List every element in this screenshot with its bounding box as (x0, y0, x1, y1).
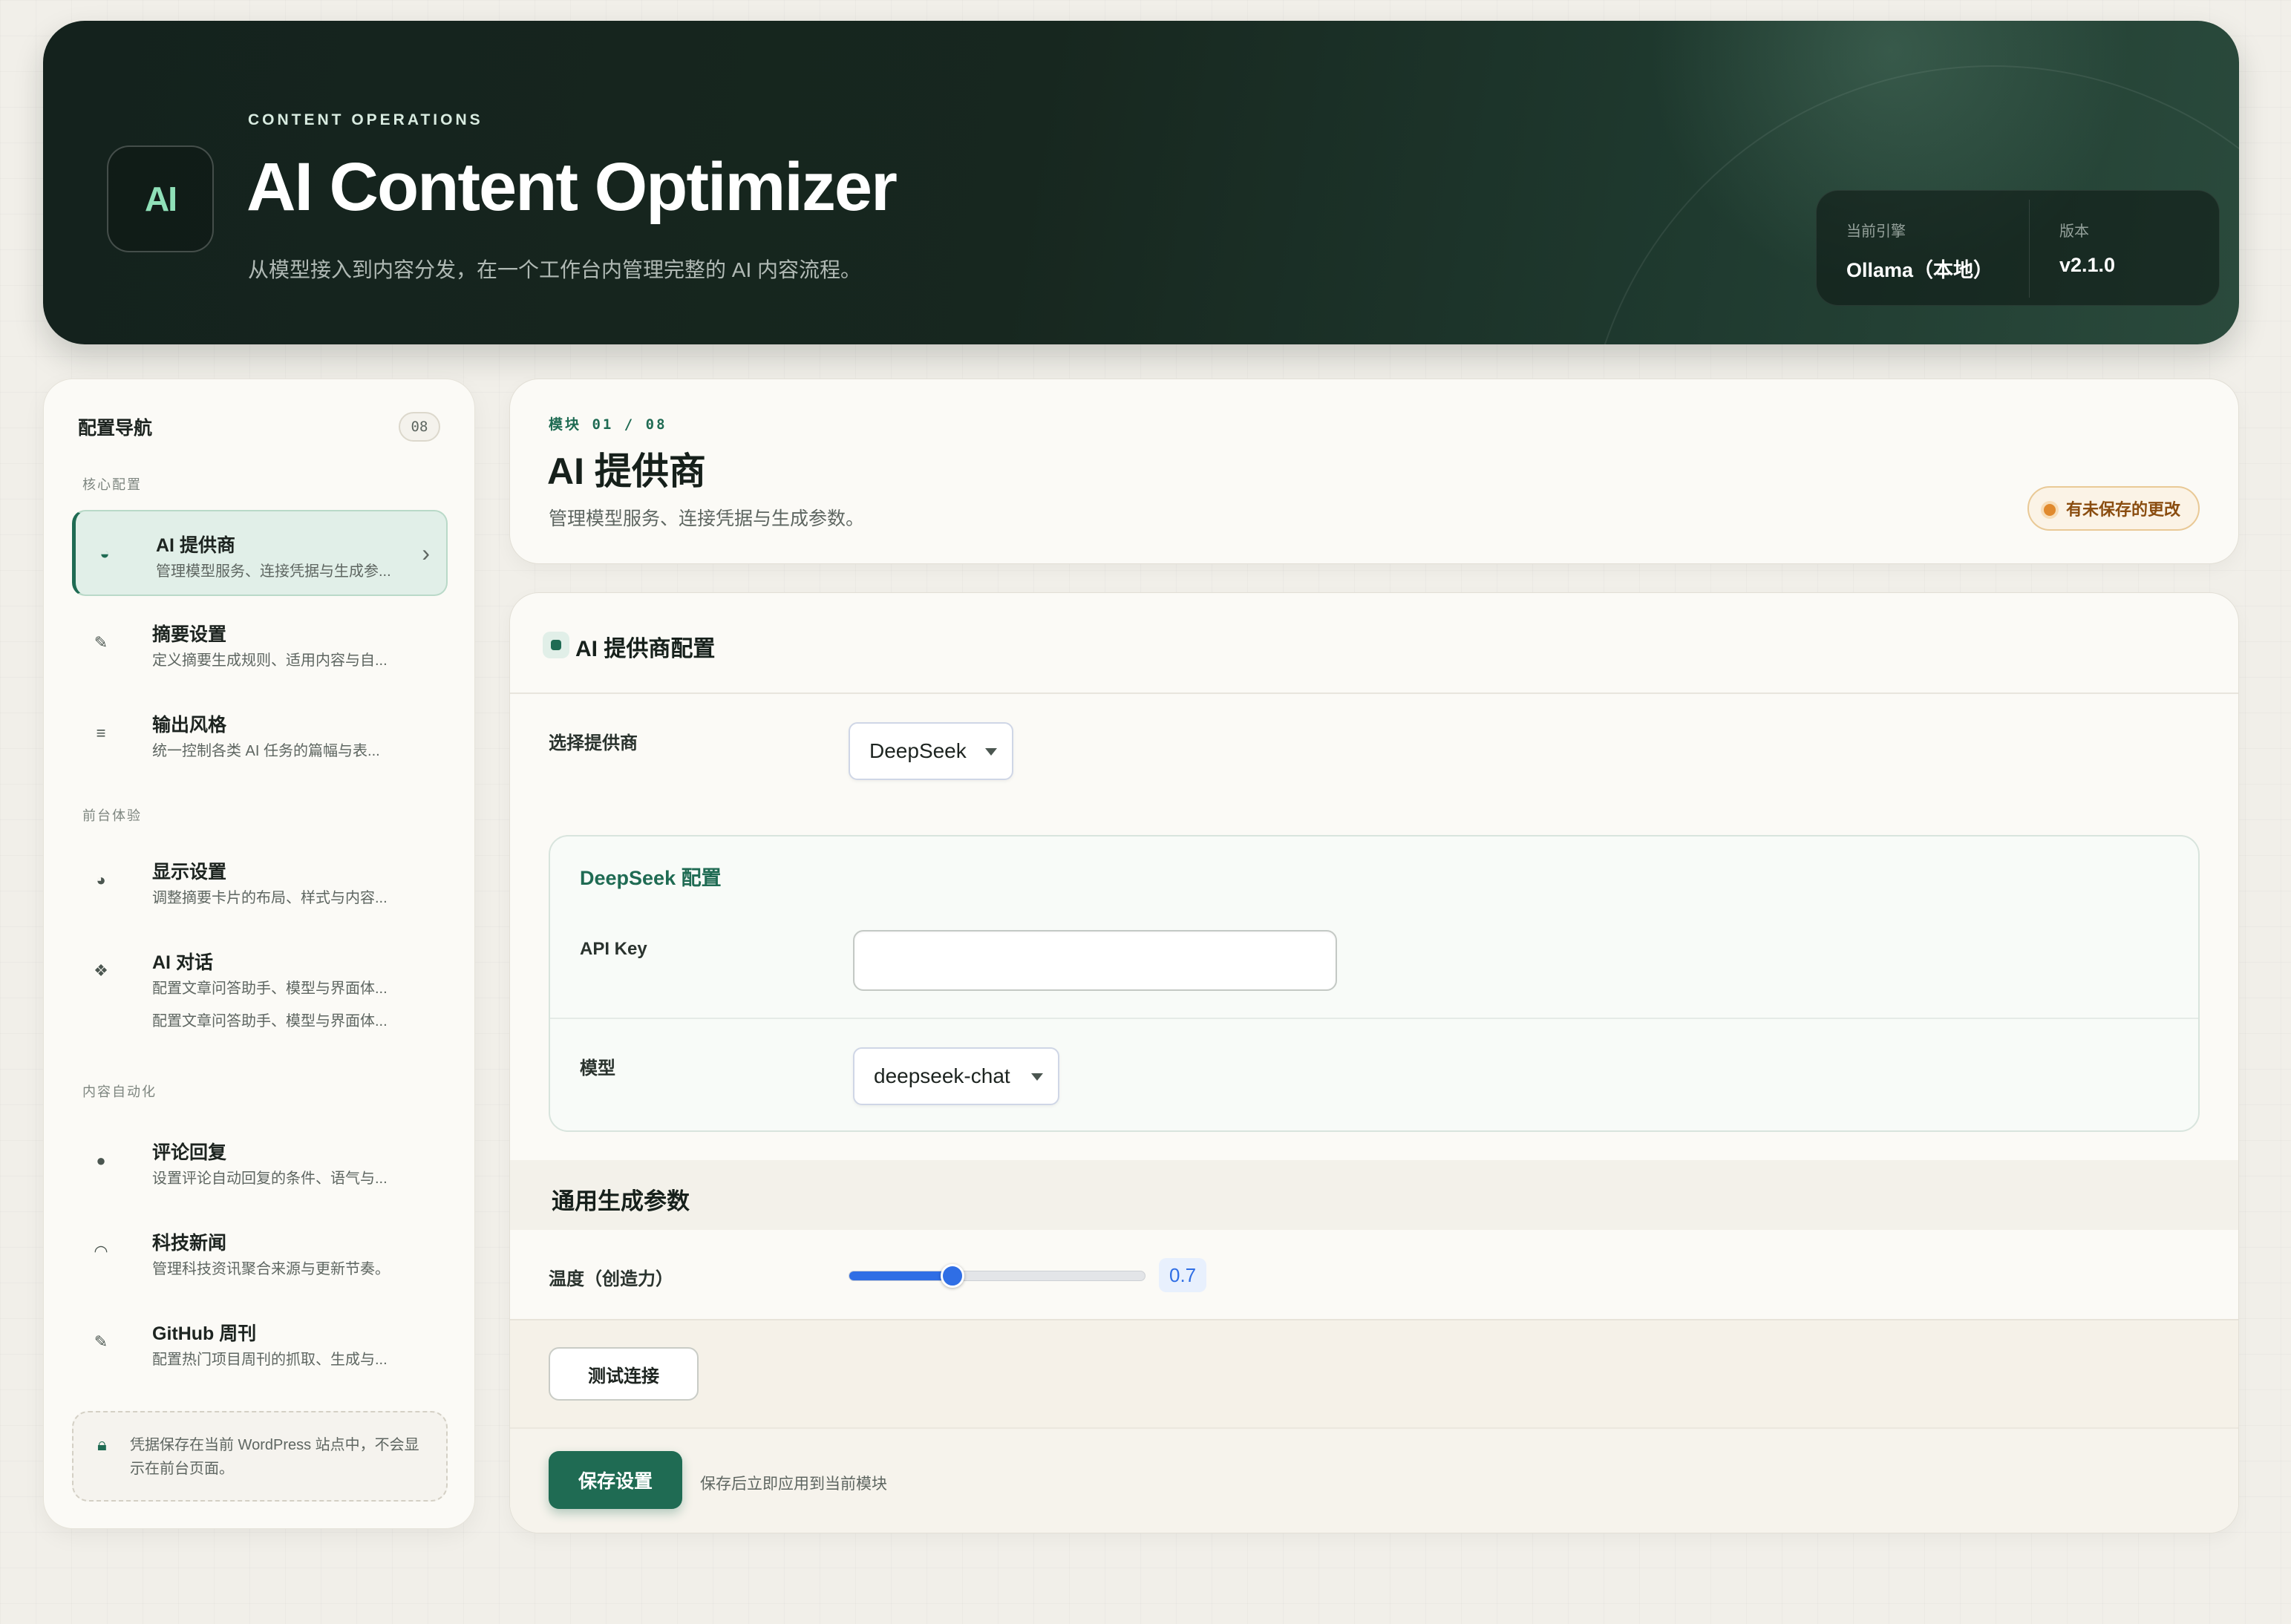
temperature-slider-thumb[interactable] (941, 1264, 965, 1288)
sidebar-item-desc: 调整摘要卡片的布局、样式与内容... (152, 890, 388, 906)
sidebar-item-ai-provider[interactable]: ◒ AI 提供商 管理模型服务、连接凭据与生成参... › (72, 510, 448, 596)
save-button[interactable]: 保存设置 (549, 1451, 682, 1509)
unsaved-changes-label: 有未保存的更改 (2065, 500, 2180, 519)
sidebar-item-label: 摘要设置 (152, 624, 227, 645)
group-core: 核心配置 (82, 477, 142, 492)
sidebar-item-label: 显示设置 (152, 862, 227, 883)
api-key-field[interactable] (853, 930, 1337, 991)
sidebar-item-desc: 设置评论自动回复的条件、语气与... (152, 1170, 388, 1187)
temperature-slider[interactable] (849, 1264, 1146, 1288)
hero-stats: 当前引擎 Ollama（本地） 版本 v2.1.0 (1816, 190, 2220, 306)
engine-stat: 当前引擎 Ollama（本地） (1817, 191, 2029, 305)
sidebar-item-tech-news[interactable]: ◠ 科技新闻 管理科技资讯聚合来源与更新节奏。 (72, 1209, 448, 1295)
sidebar-item-desc-duplicate: 配置文章问答助手、模型与界面体... (152, 1013, 388, 1029)
group-automation: 内容自动化 (82, 1084, 157, 1099)
sidebar-title: 配置导航 (78, 418, 153, 439)
warning-dot-icon (2043, 504, 2056, 516)
provider-config-card: AI 提供商配置 选择提供商 DeepSeek DeepSeek 配置 API … (509, 592, 2239, 1533)
sidebar-item-output-style[interactable]: ≡ 输出风格 统一控制各类 AI 任务的篇幅与表... (72, 691, 448, 777)
provider-icon: ◒ (99, 544, 110, 563)
sidebar-item-desc: 管理模型服务、连接凭据与生成参... (156, 563, 391, 580)
app-logo: AI (107, 145, 214, 252)
engine-value: Ollama（本地） (1846, 259, 1994, 281)
sidebar-item-label: 科技新闻 (152, 1233, 227, 1254)
model-label: 模型 (580, 1058, 615, 1078)
temperature-slider-fill (849, 1271, 953, 1280)
version-value: v2.1.0 (2059, 254, 2116, 276)
chat-icon: ❖ (94, 961, 108, 980)
engine-label: 当前引擎 (1846, 223, 1906, 240)
unsaved-changes-badge: 有未保存的更改 (2027, 486, 2200, 531)
config-card-title: AI 提供商配置 (575, 637, 716, 661)
comment-icon: ● (96, 1151, 106, 1170)
lock-icon: 🔒︎ (97, 1435, 107, 1455)
module-index: 模块 01 / 08 (549, 416, 667, 433)
deepseek-config-box: DeepSeek 配置 API Key 模型 deepseek-chat (549, 835, 2200, 1132)
api-key-label: API Key (580, 939, 647, 959)
temperature-label: 温度（创造力） (549, 1269, 673, 1289)
provider-select-label: 选择提供商 (549, 733, 638, 753)
sidebar-item-label: AI 提供商 (156, 535, 235, 556)
version-stat: 版本 v2.1.0 (2029, 200, 2115, 298)
edit-icon: ✎ (94, 633, 108, 652)
sidebar-item-desc: 配置热门项目周刊的抓取、生成与... (152, 1352, 388, 1368)
sidebar-item-summary[interactable]: ✎ 摘要设置 定义摘要生成规则、适用内容与自... (72, 600, 448, 687)
save-note: 保存后立即应用到当前模块 (700, 1476, 887, 1493)
page-title: AI 提供商 (547, 451, 706, 492)
sidebar-item-comment-reply[interactable]: ● 评论回复 设置评论自动回复的条件、语气与... (72, 1119, 448, 1205)
group-frontend: 前台体验 (82, 808, 142, 823)
provider-select-value: DeepSeek (869, 739, 967, 762)
sidebar-item-desc: 定义摘要生成规则、适用内容与自... (152, 652, 388, 669)
module-description: 管理模型服务、连接凭据与生成参数。 (549, 508, 865, 529)
chevron-down-icon (985, 748, 997, 756)
model-select-value: deepseek-chat (874, 1064, 1010, 1087)
provider-select[interactable]: DeepSeek (849, 722, 1013, 780)
config-card-header: AI 提供商配置 (510, 593, 2238, 694)
sidebar-item-label: 评论回复 (152, 1142, 227, 1163)
model-select[interactable]: deepseek-chat (853, 1047, 1059, 1105)
test-connection-bar: 测试连接 (510, 1319, 2238, 1427)
palette-icon: ◕ (96, 871, 106, 889)
sidebar-item-label: AI 对话 (152, 952, 213, 973)
credentials-note-text: 凭据保存在当前 WordPress 站点中，不会显示在前台页面。 (130, 1437, 419, 1477)
version-label: 版本 (2059, 223, 2089, 240)
sidebar-item-desc: 配置文章问答助手、模型与界面体... (152, 980, 388, 997)
sidebar-item-desc: 统一控制各类 AI 任务的篇幅与表... (152, 743, 380, 759)
general-params-title: 通用生成参数 (552, 1188, 690, 1214)
general-params-header: 通用生成参数 (510, 1160, 2238, 1230)
hero-subtitle: 从模型接入到内容分发，在一个工作台内管理完整的 AI 内容流程。 (248, 258, 862, 281)
chevron-right-icon: › (422, 540, 430, 566)
sidebar-item-display[interactable]: ◕ 显示设置 调整摘要卡片的布局、样式与内容... (72, 838, 448, 924)
module-count-badge: 08 (399, 412, 440, 442)
sidebar-item-ai-chat[interactable]: ❖ AI 对话 配置文章问答助手、模型与界面体... 配置文章问答助手、模型与界… (72, 929, 448, 1040)
save-bar: 保存设置 保存后立即应用到当前模块 (510, 1427, 2238, 1533)
deepseek-config-title: DeepSeek 配置 (580, 867, 722, 889)
config-sidebar: 配置导航 08 核心配置 ◒ AI 提供商 管理模型服务、连接凭据与生成参...… (43, 379, 475, 1529)
test-connection-button[interactable]: 测试连接 (549, 1347, 699, 1401)
sidebar-item-label: GitHub 周刊 (152, 1323, 257, 1344)
hero-eyebrow: CONTENT OPERATIONS (248, 111, 483, 128)
section-icon (543, 632, 569, 658)
module-header: 模块 01 / 08 AI 提供商 管理模型服务、连接凭据与生成参数。 有未保存… (509, 379, 2239, 564)
rss-icon: ◠ (94, 1242, 108, 1260)
hero-banner: AI CONTENT OPERATIONS AI Content Optimiz… (43, 21, 2239, 344)
credentials-note: 🔒︎ 凭据保存在当前 WordPress 站点中，不会显示在前台页面。 (72, 1411, 448, 1502)
temperature-value: 0.7 (1159, 1258, 1207, 1292)
sidebar-item-desc: 管理科技资讯聚合来源与更新节奏。 (152, 1261, 390, 1277)
edit-icon: ✎ (94, 1332, 108, 1351)
chevron-down-icon (1031, 1073, 1043, 1081)
sidebar-item-label: 输出风格 (152, 715, 227, 736)
sidebar-item-github-weekly[interactable]: ✎ GitHub 周刊 配置热门项目周刊的抓取、生成与... (72, 1300, 448, 1386)
divider (550, 1018, 2198, 1019)
app-title: AI Content Optimizer (246, 149, 898, 225)
list-icon: ≡ (96, 724, 106, 742)
